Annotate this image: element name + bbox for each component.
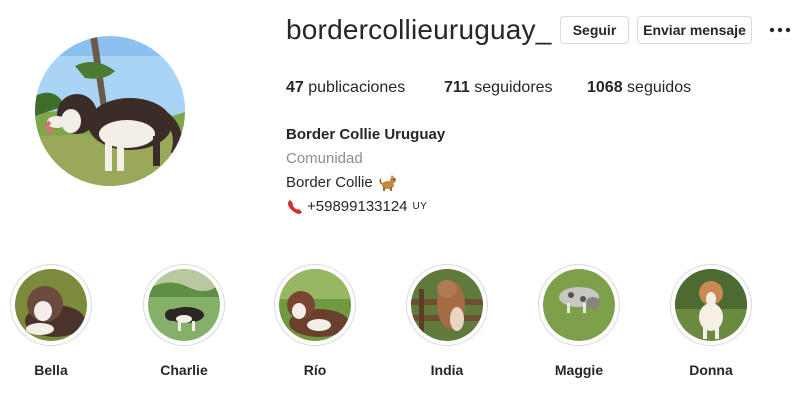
phone-country-code: UY bbox=[412, 201, 428, 212]
profile-category: Comunidad bbox=[286, 150, 363, 167]
telephone-receiver-icon bbox=[286, 198, 304, 216]
highlight-ring bbox=[406, 264, 488, 346]
highlight-image bbox=[675, 269, 747, 341]
dog-emoji-icon bbox=[379, 174, 397, 192]
profile-avatar[interactable] bbox=[35, 36, 185, 186]
bio-description-text: Border Collie bbox=[286, 174, 373, 191]
followers-stat[interactable]: 711 seguidores bbox=[444, 79, 553, 97]
highlight-story[interactable]: Río bbox=[273, 264, 357, 378]
posts-label: publicaciones bbox=[308, 79, 406, 96]
highlight-label: Charlie bbox=[160, 362, 208, 378]
following-count: 1068 bbox=[587, 79, 623, 96]
more-options-icon[interactable] bbox=[768, 22, 792, 38]
profile-bio: Border Collie Uruguay Comunidad Border C… bbox=[286, 123, 445, 219]
bio-description: Border Collie bbox=[286, 171, 445, 195]
highlight-label: Maggie bbox=[554, 362, 604, 378]
highlight-image bbox=[148, 269, 220, 341]
bio-phone[interactable]: +59899133124 UY bbox=[286, 195, 445, 219]
highlight-image bbox=[543, 269, 615, 341]
highlight-story[interactable]: Bella bbox=[9, 264, 93, 378]
profile-username: bordercollieuruguay_ bbox=[286, 14, 552, 45]
follow-button[interactable]: Seguir bbox=[560, 16, 629, 44]
highlight-ring bbox=[10, 264, 92, 346]
highlight-label: Donna bbox=[689, 362, 733, 378]
posts-count: 47 bbox=[286, 79, 304, 96]
highlight-image bbox=[411, 269, 483, 341]
following-label: seguidos bbox=[627, 79, 692, 96]
followers-count: 711 bbox=[444, 79, 470, 96]
highlight-ring bbox=[274, 264, 356, 346]
highlight-story[interactable]: Charlie bbox=[142, 264, 226, 378]
highlight-label: Río bbox=[303, 362, 327, 378]
highlight-story[interactable]: Donna bbox=[669, 264, 753, 378]
highlight-ring bbox=[143, 264, 225, 346]
profile-full-name: Border Collie Uruguay bbox=[286, 126, 446, 143]
highlight-ring bbox=[670, 264, 752, 346]
profile-photo bbox=[35, 36, 185, 186]
followers-label: seguidores bbox=[474, 79, 553, 96]
following-stat[interactable]: 1068 seguidos bbox=[587, 79, 691, 97]
highlight-story[interactable]: Maggie bbox=[537, 264, 621, 378]
send-message-button[interactable]: Enviar mensaje bbox=[637, 16, 752, 44]
posts-stat: 47 publicaciones bbox=[286, 79, 405, 97]
highlight-story[interactable]: India bbox=[405, 264, 489, 378]
phone-number: +59899133124 bbox=[307, 198, 408, 215]
highlight-ring bbox=[538, 264, 620, 346]
highlight-label: Bella bbox=[34, 362, 68, 378]
highlight-label: India bbox=[430, 362, 464, 378]
highlight-image bbox=[279, 269, 351, 341]
highlight-image bbox=[15, 269, 87, 341]
